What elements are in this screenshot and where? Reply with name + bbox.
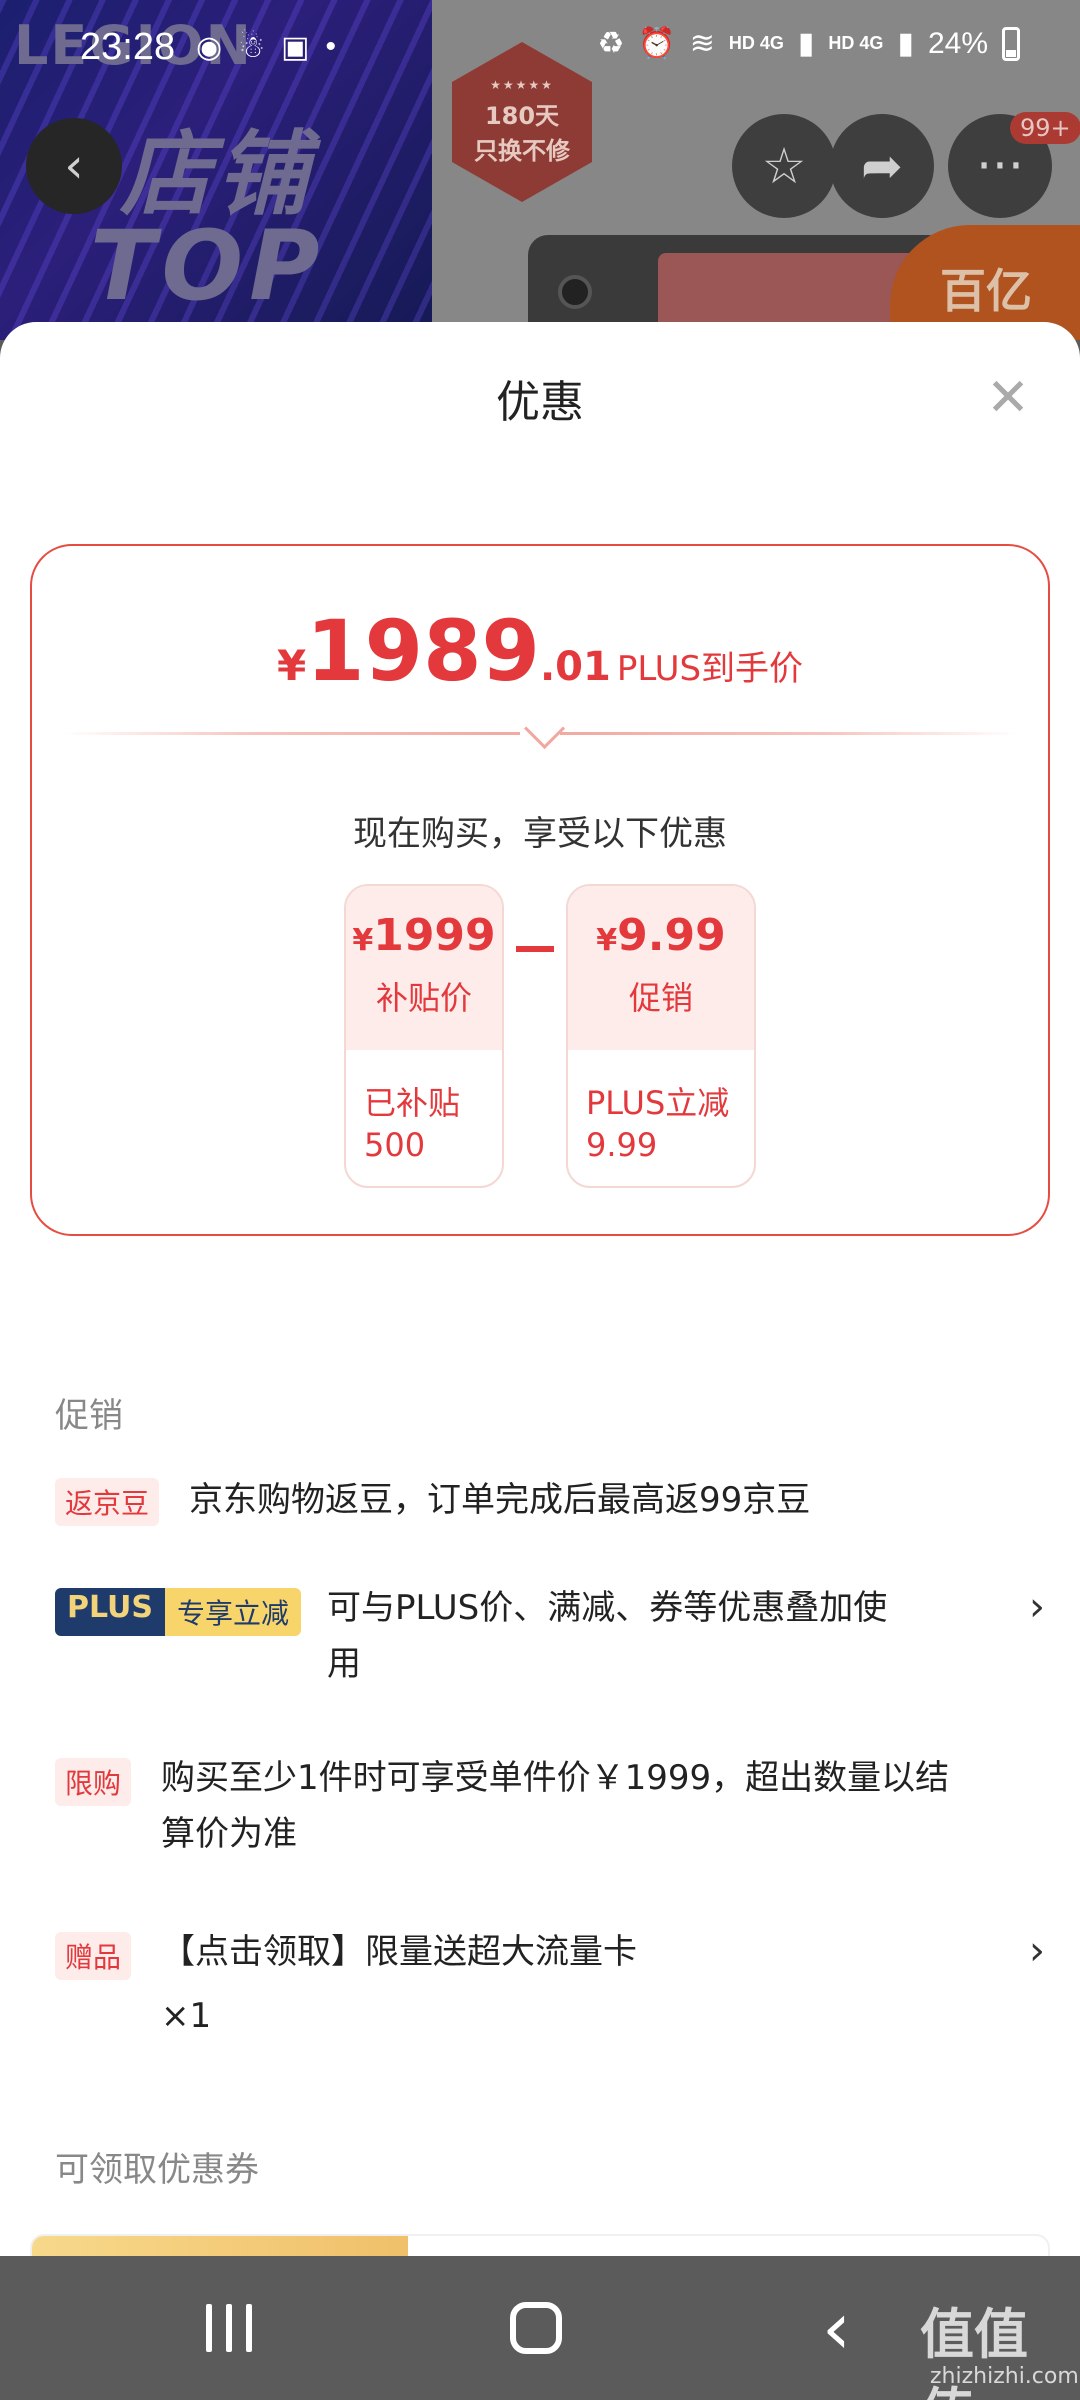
signal-icon: ▮ [797, 27, 815, 60]
system-icons: ♻ ⏰ ≋ HD 4G ▮ HD 4G ▮ 24% [597, 26, 1020, 61]
subsidy-detail-line1: 已补贴 [364, 1084, 461, 1122]
final-price-label: PLUS到手价 [616, 649, 804, 689]
promotion-section-title: 促销 [55, 1396, 123, 1436]
signal-icon-2: ▮ [897, 27, 914, 60]
network-indicator-2: HD 4G [828, 33, 884, 53]
promo-tag: 返京豆 [55, 1478, 160, 1526]
promotion-amount: 9.99 [617, 910, 726, 961]
share-arrow-icon: ➦ [861, 137, 903, 195]
message-count-badge: 99+ [1010, 112, 1080, 144]
subsidy-price-box: ¥1999 补贴价 已补贴 500 [344, 884, 504, 1188]
final-price-integer: 1989 [306, 602, 540, 700]
nav-back-button[interactable]: ‹ [822, 2286, 851, 2370]
chevron-right-icon: › [1029, 1584, 1045, 1630]
more-dots-icon: ··· [976, 137, 1024, 195]
promo-item-gift[interactable]: 赠品 【点击领取】限量送超大流量卡 ×1 › [55, 1924, 1045, 2044]
close-button[interactable]: ✕ [980, 370, 1036, 426]
promo-tag: 赠品 [55, 1932, 132, 1980]
app-notification-icon-2: ☃ [238, 31, 266, 64]
image-notification-icon: ▣ [281, 31, 310, 64]
subsidy-price-label: 补贴价 [375, 979, 472, 1017]
chevron-left-icon: ‹ [822, 2286, 851, 2370]
discount-sheet: 优惠 ✕ ¥1989.01 PLUS到手价 现在购买，享受以下优惠 ¥1999 补… [0, 322, 1080, 2258]
promo-text-line2: 算价为准 [161, 1814, 297, 1854]
home-button[interactable] [510, 2302, 562, 2354]
sheet-title: 优惠 [496, 377, 584, 428]
recycle-icon: ♻ [597, 27, 625, 60]
promotion-detail-line1: PLUS立减 [586, 1084, 730, 1122]
favorite-button[interactable]: ☆ [732, 114, 836, 218]
alarm-icon: ⏰ [638, 27, 676, 60]
enjoy-text: 现在购买，享受以下优惠 [353, 814, 727, 854]
final-price: ¥1989.01 PLUS到手价 [276, 602, 804, 700]
promotion-label: 促销 [628, 979, 693, 1017]
gift-quantity: ×1 [161, 1996, 212, 2036]
price-breakdown-card: ¥1989.01 PLUS到手价 现在购买，享受以下优惠 ¥1999 补贴价 已补… [30, 544, 1050, 1236]
promo-text-line2: 用 [327, 1644, 361, 1684]
battery-percent: 24% [927, 26, 988, 60]
app-notification-icon: ◉ [196, 31, 223, 64]
promo-item-plus-discount[interactable]: PLUS 专享立减 可与PLUS价、满减、券等优惠叠加使 用 › [55, 1580, 1045, 1696]
share-button[interactable]: ➦ [830, 114, 934, 218]
banner-text-line2: TOP [90, 210, 326, 322]
subsidy-detail-line2: 500 [364, 1126, 426, 1164]
promotion-discount-box: ¥9.99 促销 PLUS立减 9.99 [566, 884, 756, 1188]
watermark-url: zhizhizhi.com [930, 2364, 1079, 2389]
promo-text-line1: 购买至少1件时可享受单件价￥1999，超出数量以结 [161, 1758, 950, 1798]
wifi-icon: ≋ [689, 27, 715, 60]
star-icon: ☆ [761, 137, 807, 195]
plus-tag: PLUS 专享立减 [55, 1588, 302, 1636]
network-indicator-1: HD 4G [728, 33, 784, 53]
close-icon: ✕ [986, 368, 1030, 428]
status-time: 23:28 [80, 26, 176, 68]
chevron-left-icon: ‹ [64, 138, 84, 194]
divider-notch [520, 724, 560, 748]
dot-icon: • [325, 30, 336, 63]
promo-text-line1: 【点击领取】限量送超大流量卡 [161, 1932, 637, 1972]
back-button[interactable]: ‹ [26, 118, 122, 214]
notification-icons: ◉ ☃ ▣ • [196, 30, 336, 65]
battery-icon [1002, 26, 1020, 61]
recent-apps-button[interactable] [206, 2304, 252, 2352]
promo-item-jingdou: 返京豆 京东购物返豆，订单完成后最高返99京豆 [55, 1472, 1045, 1532]
subsidy-price: 1999 [373, 910, 496, 961]
coupon-card[interactable] [30, 2234, 1050, 2258]
promo-text: 京东购物返豆，订单完成后最高返99京豆 [189, 1480, 811, 1520]
minus-sign [516, 946, 554, 952]
promo-text-line1: 可与PLUS价、满减、券等优惠叠加使 [327, 1588, 888, 1628]
system-nav-bar: ‹ 值值值 zhizhizhi.com [0, 2256, 1080, 2400]
promo-item-purchase-limit: 限购 购买至少1件时可享受单件价￥1999，超出数量以结 算价为准 [55, 1750, 1045, 1866]
promotion-detail-line2: 9.99 [586, 1126, 658, 1164]
chevron-right-icon: › [1029, 1928, 1045, 1974]
promo-tag: 限购 [55, 1758, 132, 1806]
status-bar: 23:28 ◉ ☃ ▣ • ♻ ⏰ ≋ HD 4G ▮ HD 4G ▮ 24% [0, 0, 1080, 100]
coupon-section-title: 可领取优惠券 [55, 2150, 259, 2190]
final-price-decimal: .01 [539, 644, 611, 690]
